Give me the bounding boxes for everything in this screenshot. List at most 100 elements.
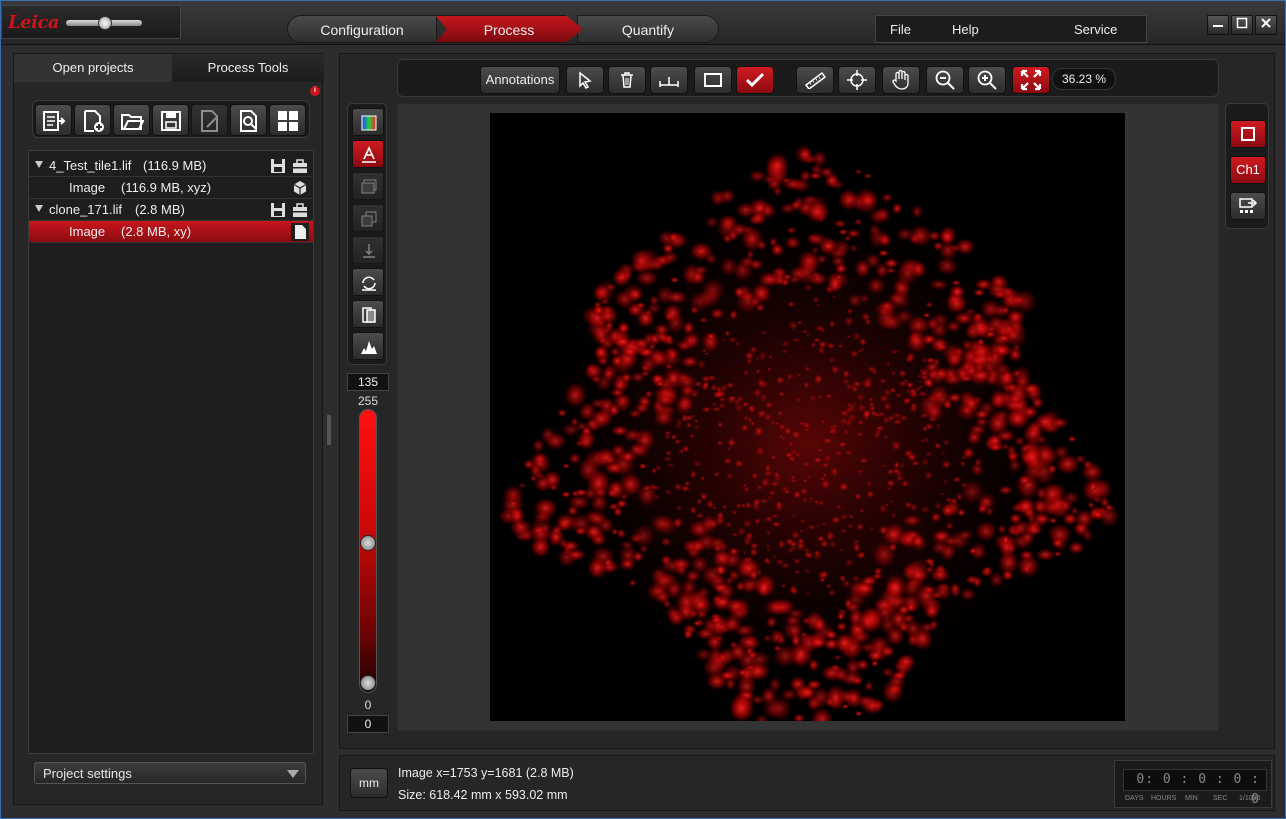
stack-button[interactable] [352,172,384,200]
tab-open-projects[interactable]: Open projects [14,54,172,82]
cell-blob [794,258,820,287]
tree-row-image-selected[interactable]: Image (2.8 MB, xy) [29,221,313,243]
cell-blob [755,368,761,375]
menu-service[interactable]: Service [1074,22,1117,37]
cell-blob [895,349,900,353]
cell-blob [920,438,926,443]
mode-configuration[interactable]: Configuration [287,15,437,43]
rotate-button[interactable] [352,268,384,296]
minimize-button[interactable] [1207,15,1229,35]
cell-blob [577,430,597,452]
toolbox-icon[interactable] [291,201,309,219]
lut-lower-knob[interactable] [360,675,376,691]
cell-blob [680,355,700,369]
layers-button[interactable] [352,204,384,232]
cell-blob [745,660,771,682]
rectangle-button[interactable] [694,66,732,94]
cell-blob [928,278,949,291]
cell-blob [952,476,962,483]
tree-row-image[interactable]: Image (116.9 MB, xyz) [29,177,313,199]
app-window: Leica Configuration Quantify Process Fil… [0,0,1286,819]
close-button[interactable] [1255,15,1277,35]
measure-line-button[interactable] [650,66,688,94]
tab-process-tools[interactable]: Process Tools [172,54,324,82]
info-icon[interactable]: i [310,86,320,96]
grid-layout-button[interactable] [269,104,306,136]
cell-blob [801,461,812,468]
cell-blob [828,429,835,435]
unit-button[interactable]: mm [350,768,388,798]
cell-blob [867,227,891,249]
cell-blob [837,688,855,705]
confirm-button[interactable] [736,66,774,94]
ruler-button[interactable] [796,66,834,94]
save-icon[interactable] [269,157,287,175]
delete-button[interactable] [608,66,646,94]
z-step-button[interactable] [352,236,384,264]
mode-process[interactable]: Process [435,15,583,43]
text-overlay-button[interactable] [352,140,384,168]
fit-to-screen-button[interactable] [1012,66,1050,94]
cell-blob [689,469,698,480]
maximize-button[interactable] [1231,15,1253,35]
color-lut-button[interactable] [352,108,384,136]
lut-upper-knob[interactable] [360,534,376,551]
tree-row-project[interactable]: clone_171.lif (2.8 MB) [29,199,313,221]
microscopy-image[interactable] [490,113,1125,721]
new-file-button[interactable] [74,104,111,136]
cell-blob [790,635,802,648]
save-icon[interactable] [269,201,287,219]
cell-blob [731,258,754,283]
edit-file-button[interactable] [191,104,228,136]
export-list-button[interactable] [35,104,72,136]
cell-blob [909,502,919,513]
cell-blob [817,346,826,355]
save-button[interactable] [152,104,189,136]
cell-blob [753,425,764,438]
cell-blob [824,696,835,708]
expand-arrow-icon[interactable] [35,205,43,212]
stop-button[interactable] [1230,120,1266,148]
cell-blob [754,356,760,362]
lut-min-input[interactable]: 0 [347,715,389,733]
cell-blob [721,337,727,342]
open-folder-button[interactable] [113,104,150,136]
cell-blob [807,658,820,672]
zoom-out-button[interactable] [926,66,964,94]
cell-blob [811,272,822,278]
cell-blob [929,567,951,583]
find-file-button[interactable] [230,104,267,136]
panel-splitter[interactable] [327,415,331,445]
cell-blob [844,406,856,414]
pan-button[interactable] [882,66,920,94]
brightness-slider-knob[interactable] [98,16,112,30]
mode-quantify[interactable]: Quantify [577,15,719,43]
cell-blob [717,421,724,429]
cell-blob [839,548,844,552]
cell-blob [673,482,683,492]
lut-max-input[interactable]: 135 [347,373,389,391]
channel-button[interactable]: Ch1 [1230,156,1266,184]
cell-blob [651,467,657,474]
annotations-button[interactable]: Annotations [480,66,560,94]
toolbox-icon[interactable] [291,157,309,175]
cell-blob [957,508,966,517]
zoom-in-button[interactable] [968,66,1006,94]
cell-blob [672,516,684,529]
menu-file[interactable]: File [890,22,911,37]
histogram-button[interactable] [352,332,384,360]
maximize-icon [1236,17,1248,29]
project-settings-dropdown[interactable]: Project settings [34,762,306,784]
split-view-button[interactable] [352,300,384,328]
cell-blob [724,597,747,615]
cell-blob [653,392,676,408]
channel-export-button[interactable] [1230,192,1266,220]
menu-help[interactable]: Help [952,22,979,37]
cell-blob [745,249,755,260]
pointer-button[interactable] [566,66,604,94]
cell-blob [989,388,1009,410]
cell-blob [1017,474,1032,486]
tree-row-project[interactable]: 4_Test_tile1.lif (116.9 MB) [29,155,313,177]
crosshair-button[interactable] [838,66,876,94]
expand-arrow-icon[interactable] [35,161,43,168]
